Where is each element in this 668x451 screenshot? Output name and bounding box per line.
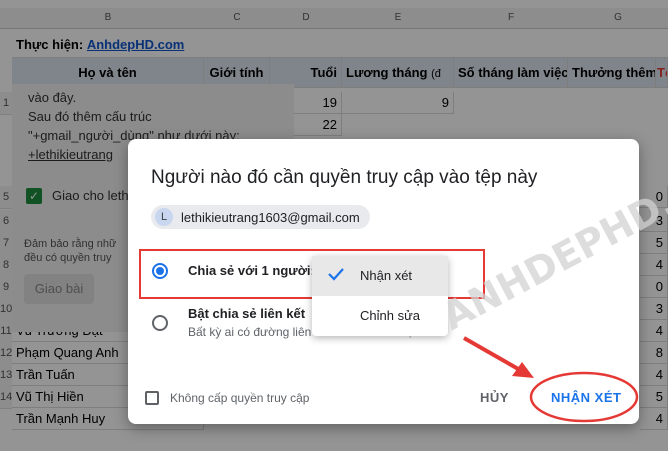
no-access-checkbox[interactable] xyxy=(145,391,159,405)
no-access-label[interactable]: Không cấp quyền truy cập xyxy=(170,391,309,405)
highlight-ellipse xyxy=(529,371,639,423)
radio-share-link[interactable] xyxy=(152,315,168,331)
dialog-title: Người nào đó cần quyền truy cập vào tệp … xyxy=(151,167,538,188)
email-chip: L lethikieutrang1603@gmail.com xyxy=(151,205,370,229)
menu-item-label: Chỉnh sửa xyxy=(360,308,421,323)
avatar: L xyxy=(155,208,173,226)
menu-item-label: Nhận xét xyxy=(360,268,413,283)
menu-item-edit[interactable]: Chỉnh sửa xyxy=(312,296,448,336)
share-link-label[interactable]: Bật chia sẻ liên kết xyxy=(188,306,305,321)
cancel-button[interactable]: HỦY xyxy=(480,390,509,405)
check-icon xyxy=(328,268,344,281)
email-text: lethikieutrang1603@gmail.com xyxy=(181,209,360,225)
